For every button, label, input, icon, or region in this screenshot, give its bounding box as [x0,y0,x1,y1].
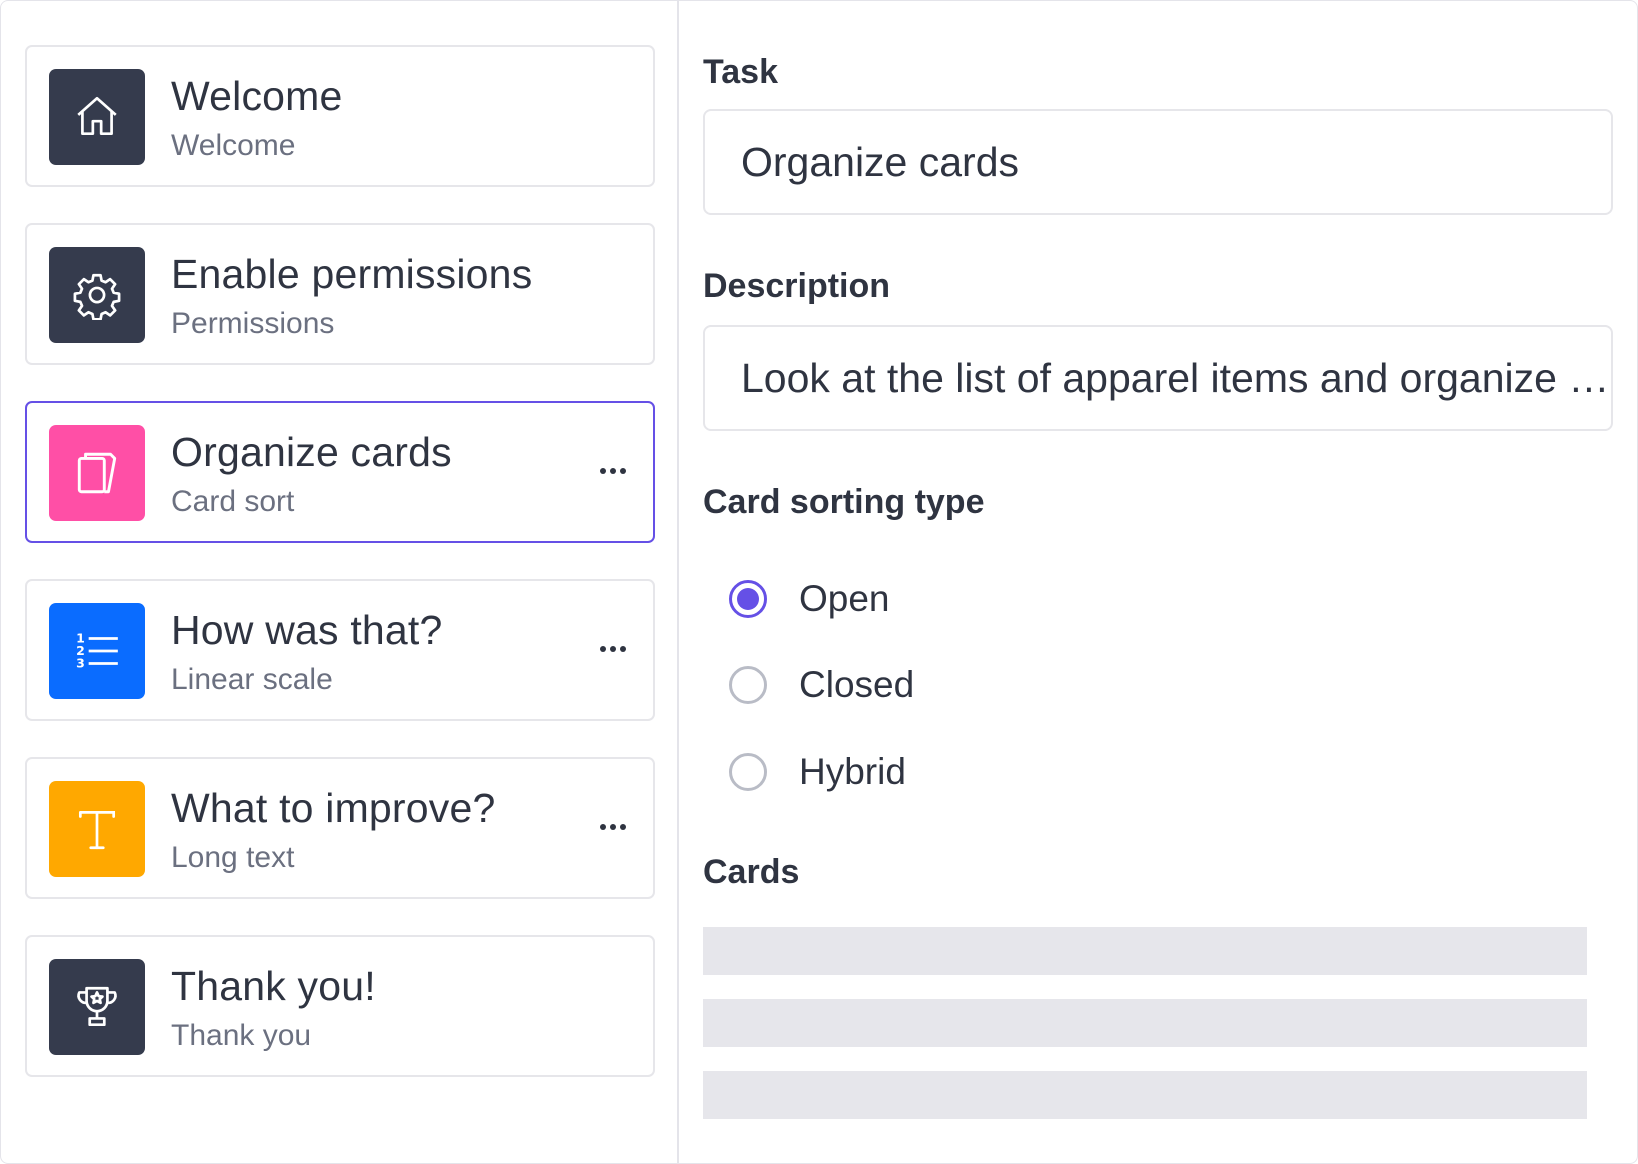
cards-label: Cards [703,853,800,891]
numbered-list-icon: 1 2 3 [76,631,118,671]
radio-open[interactable]: Open [729,577,890,621]
step-type: Permissions [171,307,335,340]
radio-label: Closed [799,664,915,705]
more-options-button[interactable] [595,455,631,487]
step-title: Welcome [171,73,343,119]
app-frame: Welcome Welcome Enable permissions Permi… [0,0,1638,1164]
radio-label: Open [799,578,890,619]
radio-label: Hybrid [799,751,906,792]
card-placeholder [703,999,1587,1047]
step-editor: Task Organize cards Description Look at … [679,1,1637,1163]
tile [49,69,145,165]
step-title: How was that? [171,607,443,653]
step-title: Organize cards [171,429,452,475]
description-input[interactable]: Look at the list of apparel items and or… [703,325,1613,431]
tile [49,247,145,343]
gear-icon [73,273,121,320]
step-type: Thank you [171,1019,312,1052]
step-organize-cards[interactable]: Organize cards Card sort [25,401,655,543]
step-thank-you[interactable]: Thank you! Thank you [25,935,655,1077]
radio-button[interactable] [729,580,767,618]
step-type: Linear scale [171,663,333,696]
step-welcome[interactable]: Welcome Welcome [25,45,655,187]
tile [49,959,145,1055]
more-options-button[interactable] [595,811,631,843]
tile: 1 2 3 [49,603,145,699]
more-options-button[interactable] [595,633,631,665]
step-type: Welcome [171,129,296,162]
tile [49,781,145,877]
cards-icon [77,452,117,494]
step-title: Enable permissions [171,251,533,297]
svg-text:3: 3 [76,656,85,671]
step-type: Card sort [171,485,295,518]
radio-button[interactable] [729,753,767,791]
home-icon [77,96,117,136]
step-list: Welcome Welcome Enable permissions Permi… [1,1,679,1163]
tile [49,425,145,521]
card-sorting-type-label: Card sorting type [703,483,985,521]
task-label: Task [703,53,778,91]
text-icon [78,810,116,850]
card-placeholder [703,927,1587,975]
step-title: What to improve? [171,785,496,831]
radio-hybrid[interactable]: Hybrid [729,750,906,794]
step-enable-permissions[interactable]: Enable permissions Permissions [25,223,655,365]
step-type: Long text [171,841,295,874]
step-what-to-improve[interactable]: What to improve? Long text [25,757,655,899]
step-title: Thank you! [171,963,376,1009]
task-input[interactable]: Organize cards [703,109,1613,215]
step-how-was-that[interactable]: 1 2 3 How was that? Linear scale [25,579,655,721]
radio-button[interactable] [729,666,767,704]
radio-closed[interactable]: Closed [729,663,914,707]
trophy-icon [77,986,117,1027]
description-label: Description [703,267,891,305]
card-placeholder [703,1071,1587,1119]
